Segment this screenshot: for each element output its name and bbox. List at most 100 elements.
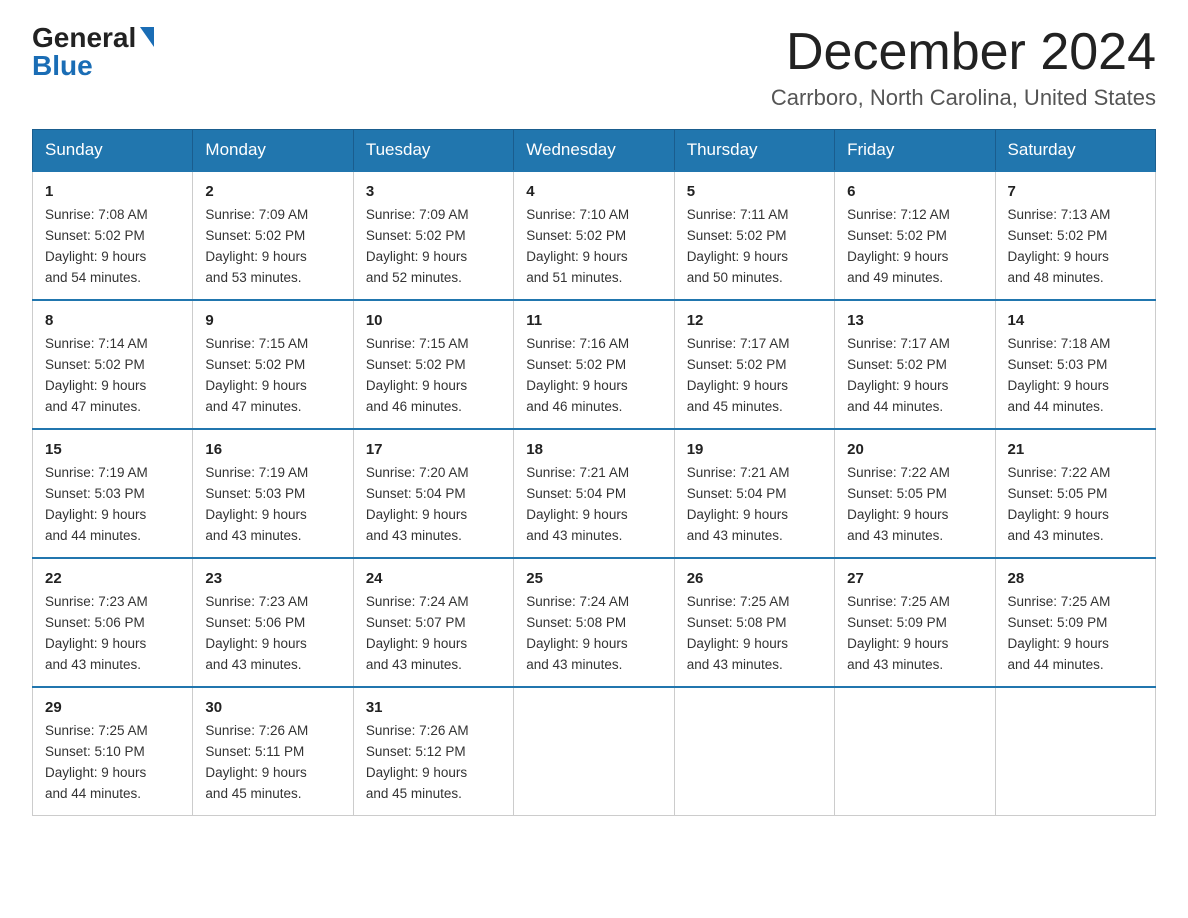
day-info: Sunrise: 7:25 AMSunset: 5:08 PMDaylight:… [687, 594, 790, 672]
day-info: Sunrise: 7:22 AMSunset: 5:05 PMDaylight:… [1008, 465, 1111, 543]
calendar-cell: 3 Sunrise: 7:09 AMSunset: 5:02 PMDaylight… [353, 171, 513, 300]
day-number: 16 [205, 438, 340, 461]
day-info: Sunrise: 7:25 AMSunset: 5:10 PMDaylight:… [45, 723, 148, 801]
day-info: Sunrise: 7:21 AMSunset: 5:04 PMDaylight:… [526, 465, 629, 543]
day-number: 23 [205, 567, 340, 590]
day-info: Sunrise: 7:24 AMSunset: 5:08 PMDaylight:… [526, 594, 629, 672]
weekday-header-friday: Friday [835, 130, 995, 172]
weekday-header-thursday: Thursday [674, 130, 834, 172]
day-info: Sunrise: 7:26 AMSunset: 5:12 PMDaylight:… [366, 723, 469, 801]
calendar-cell: 6 Sunrise: 7:12 AMSunset: 5:02 PMDaylight… [835, 171, 995, 300]
logo: General Blue [32, 24, 154, 80]
day-info: Sunrise: 7:17 AMSunset: 5:02 PMDaylight:… [847, 336, 950, 414]
calendar-cell: 26Sunrise: 7:25 AMSunset: 5:08 PMDayligh… [674, 558, 834, 687]
calendar-week-row: 1Sunrise: 7:08 AMSunset: 5:02 PMDaylight… [33, 171, 1156, 300]
day-info: Sunrise: 7:10 AMSunset: 5:02 PMDaylight:… [526, 207, 629, 285]
calendar-cell: 30 Sunrise: 7:26 AMSunset: 5:11 PMDayligh… [193, 687, 353, 815]
calendar-cell: 23 Sunrise: 7:23 AMSunset: 5:06 PMDayligh… [193, 558, 353, 687]
page-header: General Blue December 2024 Carrboro, Nor… [32, 24, 1156, 111]
calendar-cell: 28 Sunrise: 7:25 AMSunset: 5:09 PMDayligh… [995, 558, 1155, 687]
day-info: Sunrise: 7:15 AMSunset: 5:02 PMDaylight:… [366, 336, 469, 414]
day-info: Sunrise: 7:09 AMSunset: 5:02 PMDaylight:… [366, 207, 469, 285]
calendar-cell: 9 Sunrise: 7:15 AMSunset: 5:02 PMDaylight… [193, 300, 353, 429]
day-info: Sunrise: 7:14 AMSunset: 5:02 PMDaylight:… [45, 336, 148, 414]
day-info: Sunrise: 7:24 AMSunset: 5:07 PMDaylight:… [366, 594, 469, 672]
calendar-week-row: 15Sunrise: 7:19 AMSunset: 5:03 PMDayligh… [33, 429, 1156, 558]
day-number: 18 [526, 438, 661, 461]
calendar-cell: 10 Sunrise: 7:15 AMSunset: 5:02 PMDayligh… [353, 300, 513, 429]
calendar-cell: 16 Sunrise: 7:19 AMSunset: 5:03 PMDayligh… [193, 429, 353, 558]
day-number: 3 [366, 180, 501, 203]
day-info: Sunrise: 7:08 AMSunset: 5:02 PMDaylight:… [45, 207, 148, 285]
calendar-cell: 18 Sunrise: 7:21 AMSunset: 5:04 PMDayligh… [514, 429, 674, 558]
calendar-cell: 4Sunrise: 7:10 AMSunset: 5:02 PMDaylight… [514, 171, 674, 300]
day-info: Sunrise: 7:20 AMSunset: 5:04 PMDaylight:… [366, 465, 469, 543]
day-info: Sunrise: 7:19 AMSunset: 5:03 PMDaylight:… [205, 465, 308, 543]
calendar-cell: 31 Sunrise: 7:26 AMSunset: 5:12 PMDayligh… [353, 687, 513, 815]
weekday-header-saturday: Saturday [995, 130, 1155, 172]
day-info: Sunrise: 7:25 AMSunset: 5:09 PMDaylight:… [1008, 594, 1111, 672]
day-number: 5 [687, 180, 822, 203]
day-number: 11 [526, 309, 661, 332]
day-number: 27 [847, 567, 982, 590]
calendar-week-row: 29 Sunrise: 7:25 AMSunset: 5:10 PMDayligh… [33, 687, 1156, 815]
calendar-cell: 2Sunrise: 7:09 AMSunset: 5:02 PMDaylight… [193, 171, 353, 300]
day-info: Sunrise: 7:26 AMSunset: 5:11 PMDaylight:… [205, 723, 308, 801]
day-number: 29 [45, 696, 180, 719]
calendar-week-row: 8Sunrise: 7:14 AMSunset: 5:02 PMDaylight… [33, 300, 1156, 429]
day-number: 25 [526, 567, 661, 590]
day-number: 7 [1008, 180, 1143, 203]
weekday-header-sunday: Sunday [33, 130, 193, 172]
day-number: 10 [366, 309, 501, 332]
calendar-week-row: 22 Sunrise: 7:23 AMSunset: 5:06 PMDayligh… [33, 558, 1156, 687]
day-number: 2 [205, 180, 340, 203]
weekday-header-monday: Monday [193, 130, 353, 172]
day-number: 24 [366, 567, 501, 590]
weekday-header-tuesday: Tuesday [353, 130, 513, 172]
day-number: 21 [1008, 438, 1143, 461]
day-info: Sunrise: 7:17 AMSunset: 5:02 PMDaylight:… [687, 336, 790, 414]
day-info: Sunrise: 7:22 AMSunset: 5:05 PMDaylight:… [847, 465, 950, 543]
day-info: Sunrise: 7:13 AMSunset: 5:02 PMDaylight:… [1008, 207, 1111, 285]
day-info: Sunrise: 7:16 AMSunset: 5:02 PMDaylight:… [526, 336, 629, 414]
calendar-cell [674, 687, 834, 815]
day-number: 6 [847, 180, 982, 203]
weekday-header-wednesday: Wednesday [514, 130, 674, 172]
day-info: Sunrise: 7:15 AMSunset: 5:02 PMDaylight:… [205, 336, 308, 414]
location-title: Carrboro, North Carolina, United States [771, 85, 1156, 111]
calendar-cell: 13Sunrise: 7:17 AMSunset: 5:02 PMDayligh… [835, 300, 995, 429]
calendar-cell [995, 687, 1155, 815]
day-info: Sunrise: 7:23 AMSunset: 5:06 PMDaylight:… [205, 594, 308, 672]
calendar-cell: 11 Sunrise: 7:16 AMSunset: 5:02 PMDayligh… [514, 300, 674, 429]
day-number: 12 [687, 309, 822, 332]
calendar-cell: 25 Sunrise: 7:24 AMSunset: 5:08 PMDayligh… [514, 558, 674, 687]
day-info: Sunrise: 7:18 AMSunset: 5:03 PMDaylight:… [1008, 336, 1111, 414]
logo-general-text: General [32, 24, 136, 52]
day-number: 30 [205, 696, 340, 719]
calendar-cell: 15Sunrise: 7:19 AMSunset: 5:03 PMDayligh… [33, 429, 193, 558]
logo-blue-text: Blue [32, 52, 93, 80]
calendar-cell: 12 Sunrise: 7:17 AMSunset: 5:02 PMDayligh… [674, 300, 834, 429]
day-info: Sunrise: 7:12 AMSunset: 5:02 PMDaylight:… [847, 207, 950, 285]
weekday-header-row: SundayMondayTuesdayWednesdayThursdayFrid… [33, 130, 1156, 172]
calendar-cell [835, 687, 995, 815]
logo-triangle-icon [140, 27, 154, 47]
day-info: Sunrise: 7:19 AMSunset: 5:03 PMDaylight:… [45, 465, 148, 543]
calendar-cell: 5Sunrise: 7:11 AMSunset: 5:02 PMDaylight… [674, 171, 834, 300]
day-info: Sunrise: 7:25 AMSunset: 5:09 PMDaylight:… [847, 594, 950, 672]
calendar-cell: 21 Sunrise: 7:22 AMSunset: 5:05 PMDayligh… [995, 429, 1155, 558]
calendar-cell: 14 Sunrise: 7:18 AMSunset: 5:03 PMDayligh… [995, 300, 1155, 429]
day-number: 31 [366, 696, 501, 719]
calendar-cell: 24 Sunrise: 7:24 AMSunset: 5:07 PMDayligh… [353, 558, 513, 687]
calendar-cell: 8Sunrise: 7:14 AMSunset: 5:02 PMDaylight… [33, 300, 193, 429]
calendar-cell: 27 Sunrise: 7:25 AMSunset: 5:09 PMDayligh… [835, 558, 995, 687]
day-number: 22 [45, 567, 180, 590]
day-number: 17 [366, 438, 501, 461]
month-title: December 2024 [771, 24, 1156, 81]
day-number: 28 [1008, 567, 1143, 590]
title-block: December 2024 Carrboro, North Carolina, … [771, 24, 1156, 111]
day-info: Sunrise: 7:23 AMSunset: 5:06 PMDaylight:… [45, 594, 148, 672]
day-number: 14 [1008, 309, 1143, 332]
day-number: 9 [205, 309, 340, 332]
calendar-cell: 20Sunrise: 7:22 AMSunset: 5:05 PMDayligh… [835, 429, 995, 558]
